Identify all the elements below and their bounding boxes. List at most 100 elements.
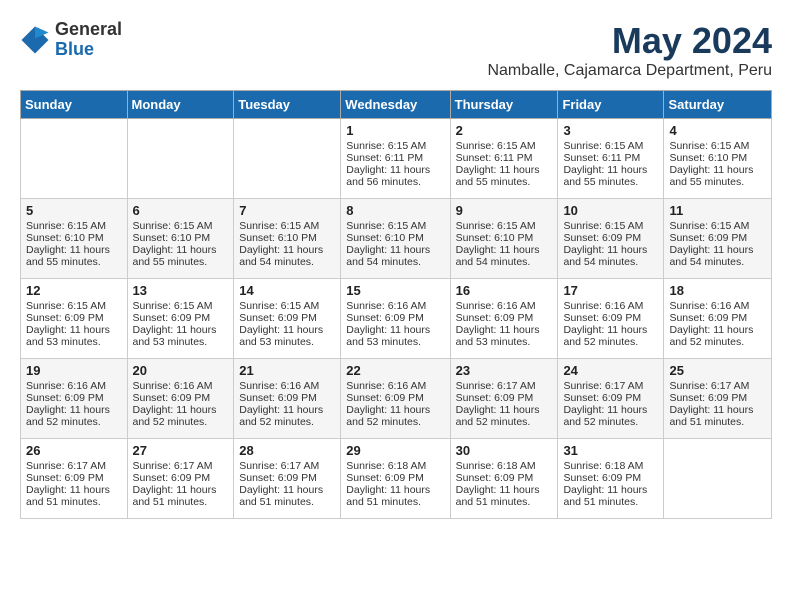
daylight-text: Daylight: 11 hours and 51 minutes. bbox=[346, 484, 430, 508]
calendar-day-cell: 19 Sunrise: 6:16 AM Sunset: 6:09 PM Dayl… bbox=[21, 359, 128, 439]
day-number: 16 bbox=[456, 283, 553, 298]
day-number: 3 bbox=[563, 123, 658, 138]
sunrise-text: Sunrise: 6:15 AM bbox=[239, 220, 319, 232]
calendar-day-cell: 5 Sunrise: 6:15 AM Sunset: 6:10 PM Dayli… bbox=[21, 199, 128, 279]
daylight-text: Daylight: 11 hours and 54 minutes. bbox=[346, 244, 430, 268]
daylight-text: Daylight: 11 hours and 55 minutes. bbox=[456, 164, 540, 188]
sunset-text: Sunset: 6:09 PM bbox=[563, 472, 641, 484]
calendar-table: SundayMondayTuesdayWednesdayThursdayFrid… bbox=[20, 90, 772, 519]
sunrise-text: Sunrise: 6:16 AM bbox=[346, 380, 426, 392]
day-number: 20 bbox=[133, 363, 229, 378]
calendar-day-cell bbox=[127, 119, 234, 199]
calendar-day-cell: 29 Sunrise: 6:18 AM Sunset: 6:09 PM Dayl… bbox=[341, 439, 450, 519]
sunrise-text: Sunrise: 6:15 AM bbox=[563, 220, 643, 232]
day-number: 1 bbox=[346, 123, 444, 138]
daylight-text: Daylight: 11 hours and 51 minutes. bbox=[563, 484, 647, 508]
sunset-text: Sunset: 6:09 PM bbox=[456, 392, 534, 404]
calendar-day-cell: 28 Sunrise: 6:17 AM Sunset: 6:09 PM Dayl… bbox=[234, 439, 341, 519]
sunset-text: Sunset: 6:09 PM bbox=[26, 312, 104, 324]
sunrise-text: Sunrise: 6:16 AM bbox=[563, 300, 643, 312]
sunset-text: Sunset: 6:09 PM bbox=[563, 392, 641, 404]
sunrise-text: Sunrise: 6:15 AM bbox=[456, 220, 536, 232]
sunrise-text: Sunrise: 6:16 AM bbox=[456, 300, 536, 312]
daylight-text: Daylight: 11 hours and 55 minutes. bbox=[26, 244, 110, 268]
calendar-day-cell: 17 Sunrise: 6:16 AM Sunset: 6:09 PM Dayl… bbox=[558, 279, 664, 359]
daylight-text: Daylight: 11 hours and 53 minutes. bbox=[26, 324, 110, 348]
sunset-text: Sunset: 6:10 PM bbox=[669, 152, 747, 164]
calendar-day-cell: 6 Sunrise: 6:15 AM Sunset: 6:10 PM Dayli… bbox=[127, 199, 234, 279]
calendar-day-cell: 13 Sunrise: 6:15 AM Sunset: 6:09 PM Dayl… bbox=[127, 279, 234, 359]
calendar-day-cell bbox=[21, 119, 128, 199]
daylight-text: Daylight: 11 hours and 54 minutes. bbox=[239, 244, 323, 268]
sunrise-text: Sunrise: 6:15 AM bbox=[133, 300, 213, 312]
daylight-text: Daylight: 11 hours and 51 minutes. bbox=[669, 404, 753, 428]
calendar-day-cell: 23 Sunrise: 6:17 AM Sunset: 6:09 PM Dayl… bbox=[450, 359, 558, 439]
calendar-day-cell: 1 Sunrise: 6:15 AM Sunset: 6:11 PM Dayli… bbox=[341, 119, 450, 199]
calendar-body: 1 Sunrise: 6:15 AM Sunset: 6:11 PM Dayli… bbox=[21, 119, 772, 519]
calendar-day-cell: 14 Sunrise: 6:15 AM Sunset: 6:09 PM Dayl… bbox=[234, 279, 341, 359]
sunrise-text: Sunrise: 6:16 AM bbox=[239, 380, 319, 392]
sunset-text: Sunset: 6:11 PM bbox=[346, 152, 423, 164]
sunset-text: Sunset: 6:09 PM bbox=[239, 392, 317, 404]
weekday-header-cell: Saturday bbox=[664, 91, 772, 119]
calendar-day-cell: 20 Sunrise: 6:16 AM Sunset: 6:09 PM Dayl… bbox=[127, 359, 234, 439]
sunrise-text: Sunrise: 6:16 AM bbox=[133, 380, 213, 392]
calendar-week-row: 19 Sunrise: 6:16 AM Sunset: 6:09 PM Dayl… bbox=[21, 359, 772, 439]
sunset-text: Sunset: 6:09 PM bbox=[133, 472, 211, 484]
sunrise-text: Sunrise: 6:17 AM bbox=[133, 460, 213, 472]
day-number: 22 bbox=[346, 363, 444, 378]
sunset-text: Sunset: 6:09 PM bbox=[26, 472, 104, 484]
sunrise-text: Sunrise: 6:17 AM bbox=[239, 460, 319, 472]
sunrise-text: Sunrise: 6:18 AM bbox=[456, 460, 536, 472]
day-number: 14 bbox=[239, 283, 335, 298]
daylight-text: Daylight: 11 hours and 51 minutes. bbox=[133, 484, 217, 508]
day-number: 4 bbox=[669, 123, 766, 138]
sunrise-text: Sunrise: 6:15 AM bbox=[456, 140, 536, 152]
weekday-header-row: SundayMondayTuesdayWednesdayThursdayFrid… bbox=[21, 91, 772, 119]
sunset-text: Sunset: 6:09 PM bbox=[239, 312, 317, 324]
daylight-text: Daylight: 11 hours and 51 minutes. bbox=[26, 484, 110, 508]
daylight-text: Daylight: 11 hours and 51 minutes. bbox=[456, 484, 540, 508]
calendar-day-cell: 2 Sunrise: 6:15 AM Sunset: 6:11 PM Dayli… bbox=[450, 119, 558, 199]
day-number: 15 bbox=[346, 283, 444, 298]
title-area: May 2024 Namballe, Cajamarca Department,… bbox=[487, 20, 772, 80]
calendar-day-cell: 11 Sunrise: 6:15 AM Sunset: 6:09 PM Dayl… bbox=[664, 199, 772, 279]
logo: General Blue bbox=[20, 20, 122, 60]
day-number: 12 bbox=[26, 283, 122, 298]
daylight-text: Daylight: 11 hours and 54 minutes. bbox=[456, 244, 540, 268]
day-number: 17 bbox=[563, 283, 658, 298]
sunset-text: Sunset: 6:09 PM bbox=[456, 312, 534, 324]
calendar-day-cell: 18 Sunrise: 6:16 AM Sunset: 6:09 PM Dayl… bbox=[664, 279, 772, 359]
daylight-text: Daylight: 11 hours and 53 minutes. bbox=[133, 324, 217, 348]
sunset-text: Sunset: 6:09 PM bbox=[26, 392, 104, 404]
sunrise-text: Sunrise: 6:18 AM bbox=[346, 460, 426, 472]
sunset-text: Sunset: 6:10 PM bbox=[239, 232, 317, 244]
daylight-text: Daylight: 11 hours and 53 minutes. bbox=[456, 324, 540, 348]
day-number: 23 bbox=[456, 363, 553, 378]
sunrise-text: Sunrise: 6:15 AM bbox=[346, 140, 426, 152]
sunset-text: Sunset: 6:09 PM bbox=[563, 312, 641, 324]
daylight-text: Daylight: 11 hours and 52 minutes. bbox=[239, 404, 323, 428]
daylight-text: Daylight: 11 hours and 54 minutes. bbox=[669, 244, 753, 268]
logo-text: General Blue bbox=[55, 20, 122, 60]
daylight-text: Daylight: 11 hours and 52 minutes. bbox=[563, 404, 647, 428]
day-number: 18 bbox=[669, 283, 766, 298]
calendar-day-cell: 25 Sunrise: 6:17 AM Sunset: 6:09 PM Dayl… bbox=[664, 359, 772, 439]
day-number: 19 bbox=[26, 363, 122, 378]
daylight-text: Daylight: 11 hours and 55 minutes. bbox=[563, 164, 647, 188]
month-title: May 2024 bbox=[487, 20, 772, 62]
sunset-text: Sunset: 6:09 PM bbox=[133, 392, 211, 404]
daylight-text: Daylight: 11 hours and 52 minutes. bbox=[133, 404, 217, 428]
calendar-day-cell: 9 Sunrise: 6:15 AM Sunset: 6:10 PM Dayli… bbox=[450, 199, 558, 279]
sunset-text: Sunset: 6:09 PM bbox=[346, 472, 424, 484]
sunrise-text: Sunrise: 6:15 AM bbox=[239, 300, 319, 312]
day-number: 31 bbox=[563, 443, 658, 458]
sunrise-text: Sunrise: 6:15 AM bbox=[133, 220, 213, 232]
day-number: 25 bbox=[669, 363, 766, 378]
logo-blue-text: Blue bbox=[55, 40, 122, 60]
sunset-text: Sunset: 6:09 PM bbox=[239, 472, 317, 484]
sunrise-text: Sunrise: 6:15 AM bbox=[669, 140, 749, 152]
sunrise-text: Sunrise: 6:17 AM bbox=[26, 460, 106, 472]
daylight-text: Daylight: 11 hours and 52 minutes. bbox=[26, 404, 110, 428]
header: General Blue May 2024 Namballe, Cajamarc… bbox=[20, 20, 772, 80]
